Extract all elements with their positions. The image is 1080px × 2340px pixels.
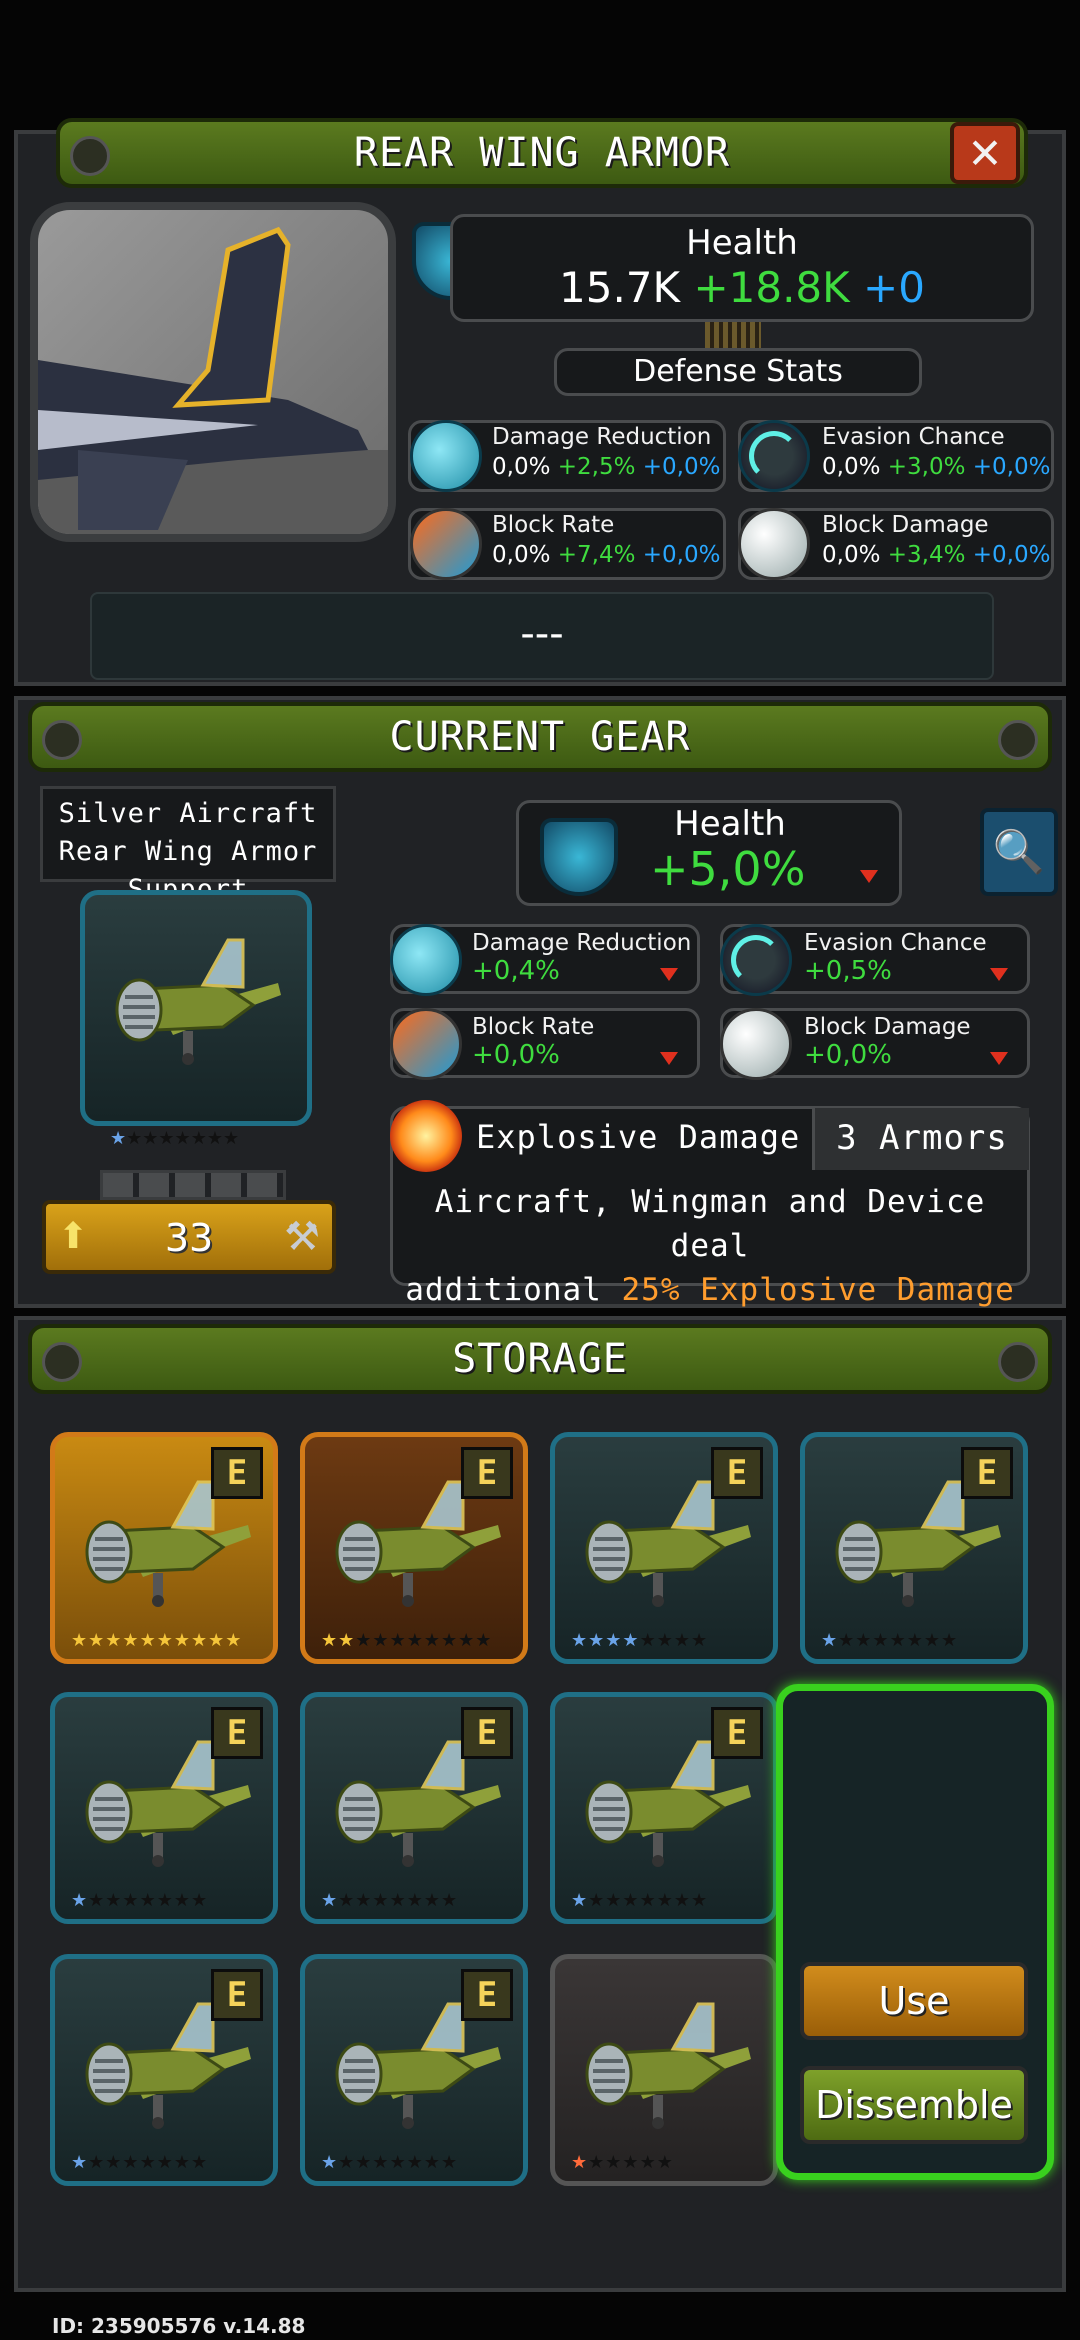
rarity-stars: ★★★★★★★★ bbox=[321, 1890, 459, 1911]
stat-value: 0,0% +2,5% +0,0% bbox=[492, 454, 721, 480]
block-damage-icon bbox=[720, 1008, 792, 1080]
rarity-stars: ★★★★★★★★★★ bbox=[321, 1630, 493, 1651]
equipment-badge: E bbox=[211, 1969, 263, 2021]
current-gear-slot[interactable] bbox=[80, 890, 312, 1126]
current-gear-banner: CURRENT GEAR bbox=[28, 702, 1052, 772]
evasion-icon bbox=[720, 924, 792, 996]
decrease-arrow-icon bbox=[660, 968, 678, 981]
close-button[interactable]: ✕ bbox=[950, 122, 1020, 184]
build-info: ID: 235905576 v.14.88 bbox=[52, 2314, 306, 2338]
set-count: 3 Armors bbox=[812, 1108, 1029, 1170]
gear-name-box: Silver Aircraft Rear Wing Armor Support bbox=[40, 786, 336, 905]
storage-banner: STORAGE bbox=[28, 1324, 1052, 1394]
equipment-badge: E bbox=[211, 1707, 263, 1759]
storage-item[interactable]: E ★★★★★★★★ bbox=[300, 1692, 528, 1924]
rarity-stars: ★★★★★★★★ bbox=[71, 2152, 209, 2173]
plane-icon bbox=[585, 2002, 753, 2129]
title-banner: REAR WING ARMOR bbox=[56, 118, 1028, 188]
set-description: Aircraft, Wingman and Device deal additi… bbox=[405, 1184, 1015, 1308]
block-rate-icon bbox=[410, 508, 482, 580]
gear-stars: ★★★★★★★★ bbox=[110, 1128, 240, 1149]
stat-value: 0,0% +7,4% +0,0% bbox=[492, 542, 721, 568]
page-title: REAR WING ARMOR bbox=[353, 130, 731, 176]
rarity-stars: ★★★★★★ bbox=[571, 2152, 674, 2173]
storage-item[interactable]: ★★★★★★ bbox=[550, 1954, 778, 2186]
equipment-badge: E bbox=[711, 1447, 763, 1499]
stat-name: Damage Reduction bbox=[472, 930, 692, 956]
storage-item[interactable]: E ★★★★★★★★★★ bbox=[50, 1432, 278, 1664]
stat-value: +0,0% bbox=[472, 1040, 560, 1070]
stat-value: +0,4% bbox=[472, 956, 560, 986]
stat-name: Damage Reduction bbox=[492, 424, 712, 450]
health-label: Health bbox=[686, 223, 798, 263]
stat-name: Block Damage bbox=[822, 512, 989, 538]
storage-item[interactable]: E ★★★★★★★★ bbox=[50, 1692, 278, 1924]
stat-value: 0,0% +3,0% +0,0% bbox=[822, 454, 1051, 480]
use-button[interactable]: Use bbox=[800, 1962, 1028, 2040]
rarity-stars: ★★★★★★★★ bbox=[71, 1890, 209, 1911]
rarity-stars: ★★★★★★★★ bbox=[571, 1630, 709, 1651]
gear-upgrade-rail bbox=[100, 1170, 286, 1200]
equipment-badge: E bbox=[461, 1707, 513, 1759]
stat-value: 0,0% +3,4% +0,0% bbox=[822, 542, 1051, 568]
decrease-arrow-icon bbox=[660, 1052, 678, 1065]
rarity-stars: ★★★★★★★★★★ bbox=[71, 1630, 243, 1651]
plane-icon bbox=[115, 938, 283, 1065]
block-damage-icon bbox=[738, 508, 810, 580]
health-base: 15.7K bbox=[559, 263, 681, 312]
equipment-badge: E bbox=[461, 1447, 513, 1499]
gear-health-shield-icon bbox=[540, 818, 618, 896]
stat-name: Block Damage bbox=[804, 1014, 971, 1040]
item-image bbox=[30, 202, 396, 542]
equipment-badge: E bbox=[211, 1447, 263, 1499]
gear-health-label: Health bbox=[674, 804, 786, 844]
dissemble-button[interactable]: Dissemble bbox=[800, 2066, 1028, 2144]
stat-value: +0,0% bbox=[804, 1040, 892, 1070]
close-icon: ✕ bbox=[967, 128, 1003, 178]
storage-item[interactable]: E ★★★★★★★★ bbox=[550, 1432, 778, 1664]
equipment-badge: E bbox=[961, 1447, 1013, 1499]
decrease-arrow-icon bbox=[990, 1052, 1008, 1065]
rarity-stars: ★★★★★★★★ bbox=[571, 1890, 709, 1911]
equipment-badge: E bbox=[461, 1969, 513, 2021]
stat-name: Evasion Chance bbox=[804, 930, 987, 956]
connector-grille bbox=[705, 322, 761, 350]
stat-name: Block Rate bbox=[472, 1014, 595, 1040]
stat-value: +0,5% bbox=[804, 956, 892, 986]
gear-level-button[interactable]: ⬆ 33 ⚒ bbox=[42, 1200, 336, 1274]
damage-reduction-icon bbox=[410, 420, 482, 492]
magnifier-icon: 🔍 bbox=[992, 827, 1046, 876]
block-rate-icon bbox=[390, 1008, 462, 1080]
storage-item[interactable]: E ★★★★★★★★ bbox=[550, 1692, 778, 1924]
rarity-stars: ★★★★★★★★ bbox=[821, 1630, 959, 1651]
evasion-icon bbox=[738, 420, 810, 492]
decrease-arrow-icon bbox=[860, 870, 878, 883]
storage-item[interactable]: E ★★★★★★★★★★ bbox=[300, 1432, 528, 1664]
health-bonus-blue: +0 bbox=[863, 263, 925, 312]
compare-button[interactable]: 🔍 bbox=[980, 808, 1058, 896]
wrench-icon: ⚒ bbox=[284, 1214, 320, 1260]
damage-reduction-icon bbox=[390, 924, 462, 996]
decrease-arrow-icon bbox=[990, 968, 1008, 981]
defense-stats-header: Defense Stats bbox=[554, 348, 922, 396]
rarity-stars: ★★★★★★★★ bbox=[321, 2152, 459, 2173]
health-bonus-green: +18.8K bbox=[693, 263, 850, 312]
stat-name: Block Rate bbox=[492, 512, 615, 538]
health-values: 15.7K +18.8K +0 bbox=[453, 263, 1031, 312]
storage-item[interactable]: E ★★★★★★★★ bbox=[300, 1954, 528, 2186]
storage-item[interactable]: E ★★★★★★★★ bbox=[50, 1954, 278, 2186]
health-panel: Health 15.7K +18.8K +0 bbox=[450, 214, 1034, 322]
stat-name: Evasion Chance bbox=[822, 424, 1005, 450]
storage-item[interactable]: E ★★★★★★★★ bbox=[800, 1432, 1028, 1664]
equipment-badge: E bbox=[711, 1707, 763, 1759]
item-description: --- bbox=[90, 592, 994, 680]
gear-health-value: +5,0% bbox=[650, 842, 806, 896]
explosion-icon bbox=[390, 1100, 462, 1172]
